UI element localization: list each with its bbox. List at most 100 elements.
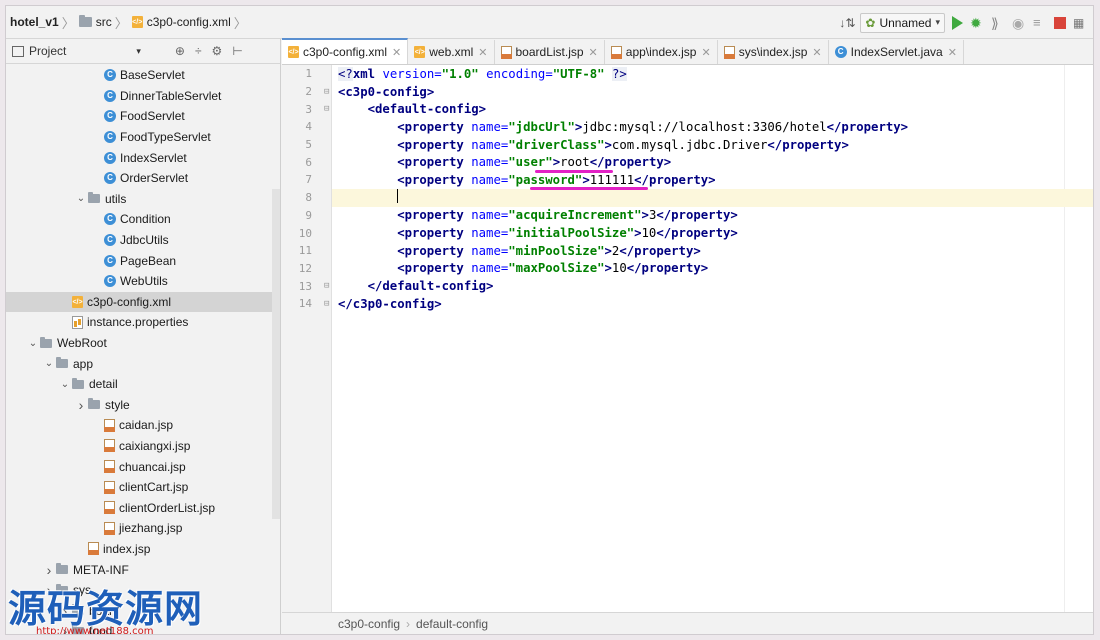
locate-icon[interactable]: ⊕ [175,44,185,58]
code-area[interactable]: 1 <?xml version="1.0" encoding="UTF-8" ?>… [299,65,1093,612]
tree-item-label: caixiangxi.jsp [119,438,191,453]
tree-item[interactable]: chuancai.jsp [6,456,280,477]
coverage-icon[interactable]: ⟫ [991,16,1005,30]
tree-scrollbar[interactable] [272,189,280,519]
code-line[interactable]: 12 <property name="maxPoolSize">10</prope… [299,260,1093,278]
tree-item-label: sys [73,583,91,598]
tree-item[interactable]: C WebUtils [6,271,280,292]
close-icon[interactable]: ✕ [392,46,401,59]
tree-item[interactable]: C FoodServlet [6,106,280,127]
code-line[interactable]: 13 ⊟ </default-config> [299,277,1093,295]
code-line[interactable]: 9 <property name="acquireIncrement">3</pr… [305,207,1093,225]
tree-item[interactable]: jiezhang.jsp [6,518,280,539]
tree-item-label: c3p0-config.xml [87,294,172,309]
fold-icon[interactable]: ⊟ [324,281,329,291]
chevron-down-icon[interactable]: ▾ [136,46,141,57]
tree-item[interactable]: C BaseServlet [6,65,280,86]
sort-icon[interactable]: ↓⇅ [839,16,855,30]
tree-item-label: BaseServlet [120,68,185,83]
tree-item[interactable]: C FoodTypeServlet [6,127,280,148]
tree-item[interactable]: caixiangxi.jsp [6,436,280,457]
editor-crumb-child[interactable]: default-config [416,617,488,631]
stop-icon[interactable] [1054,16,1066,29]
code-line[interactable]: 14 ⊟ </c3p0-config> [299,295,1093,313]
chevron-down-icon[interactable]: ⌄ [58,379,72,390]
tree-item[interactable]: C OrderServlet [6,168,280,189]
close-icon[interactable]: ✕ [948,46,957,59]
breadcrumb-folder[interactable]: src [78,15,112,29]
close-icon[interactable]: ✕ [701,46,710,59]
editor-tab[interactable]: </> c3p0-config.xml ✕ [282,38,409,64]
code-line[interactable]: 4 <property name="jdbcUrl">jdbc:mysql://l… [305,118,1093,136]
code-line[interactable]: 8 [305,188,1093,207]
fold-icon[interactable]: ⊟ [324,299,329,309]
chevron-down-icon[interactable]: ⌄ [26,338,40,349]
structure-icon[interactable]: ▦ [1073,16,1087,30]
collapse-icon[interactable]: ÷ [195,44,202,58]
java-class-icon: C [104,172,116,185]
tree-item[interactable]: ⌄ WebRoot [6,333,280,354]
breadcrumb-project[interactable]: hotel_v1 [10,15,59,29]
close-icon[interactable]: ✕ [589,46,598,59]
tree-item[interactable]: C IndexServlet [6,147,280,168]
code-line[interactable]: 6 <property name="user">root</property> [305,153,1093,171]
editor-tab[interactable]: sys\index.jsp ✕ [718,40,829,64]
code-line[interactable]: 7 <property name="password">111111</prope… [305,171,1093,189]
tree-item[interactable]: index.jsp [6,539,280,560]
tree-item[interactable]: C JdbcUtils [6,230,280,251]
tree-item[interactable]: › sys [6,580,280,601]
tree-item[interactable]: clientCart.jsp [6,477,280,498]
tree-item[interactable]: › board [6,600,280,621]
close-icon[interactable]: ✕ [812,46,821,59]
code-line[interactable]: 5 <property name="driverClass">com.mysql.… [305,136,1093,154]
profile-icon[interactable]: ◉ [1012,16,1026,30]
editor-tab[interactable]: C IndexServlet.java ✕ [829,40,964,64]
editor-tab[interactable]: boardList.jsp ✕ [495,40,605,64]
xml-file-icon: </> [288,46,299,58]
tree-item[interactable]: › style [6,395,280,416]
java-class-icon: C [104,213,116,226]
chevron-down-icon[interactable]: ⌄ [42,358,56,369]
chevron-right-icon[interactable]: › [58,623,72,634]
tree-item[interactable]: instance.properties [6,312,280,333]
chevron-right-icon[interactable]: › [42,582,56,598]
editor-tab[interactable]: app\index.jsp ✕ [605,40,718,64]
chevron-right-icon[interactable]: › [42,562,56,578]
debug-icon[interactable]: ✹ [970,16,984,30]
code-line[interactable]: 3 ⊟ <default-config> [305,100,1093,118]
breadcrumb-file[interactable]: </> c3p0-config.xml [131,15,231,29]
tree-item[interactable]: ⌄ app [6,353,280,374]
build-icon[interactable]: ≡ [1033,15,1047,30]
editor-tab[interactable]: </> web.xml ✕ [408,40,495,64]
code-token: </property> [634,172,716,187]
chevron-down-icon[interactable]: ⌄ [74,193,88,204]
project-panel-title[interactable]: Project [29,44,66,58]
hide-icon[interactable]: ⊢ [232,44,242,58]
chevron-right-icon[interactable]: › [74,397,88,413]
code-line[interactable]: 11 <property name="minPoolSize">2</proper… [299,242,1093,260]
tree-item[interactable]: ⌄ utils [6,189,280,210]
code-line[interactable]: 2 ⊟ <c3p0-config> [305,83,1093,101]
editor-tabs: </> c3p0-config.xml ✕ </> web.xml ✕ boardList.… [282,38,1093,65]
code-line[interactable]: 1 <?xml version="1.0" encoding="UTF-8" ?> [305,65,1093,83]
fold-icon[interactable]: ⊟ [324,87,329,97]
tree-item[interactable]: C PageBean [6,250,280,271]
tree-item[interactable]: C DinnerTableServlet [6,86,280,107]
tree-item[interactable]: › META-INF [6,559,280,580]
run-icon[interactable] [952,15,963,30]
tree-item[interactable]: ⌄ detail [6,374,280,395]
code-line[interactable]: 10 <property name="initialPoolSize">10</p… [299,224,1093,242]
tree-item[interactable]: C Condition [6,209,280,230]
run-config-dropdown[interactable]: ✿ Unnamed ▾ [860,12,945,33]
tree-item[interactable]: </> c3p0-config.xml [6,291,280,313]
tree-item[interactable]: › food [6,621,280,634]
tree-item[interactable]: clientOrderList.jsp [6,497,280,518]
tree-item-label: app [73,356,94,371]
close-icon[interactable]: ✕ [478,46,487,59]
chevron-right-icon[interactable]: › [58,603,72,619]
gear-icon[interactable]: ⚙ [212,44,223,58]
tree-item[interactable]: caidan.jsp [6,415,280,436]
fold-icon[interactable]: ⊟ [324,104,329,114]
run-config-label: Unnamed [879,15,932,30]
editor-crumb-root[interactable]: c3p0-config [338,617,400,631]
